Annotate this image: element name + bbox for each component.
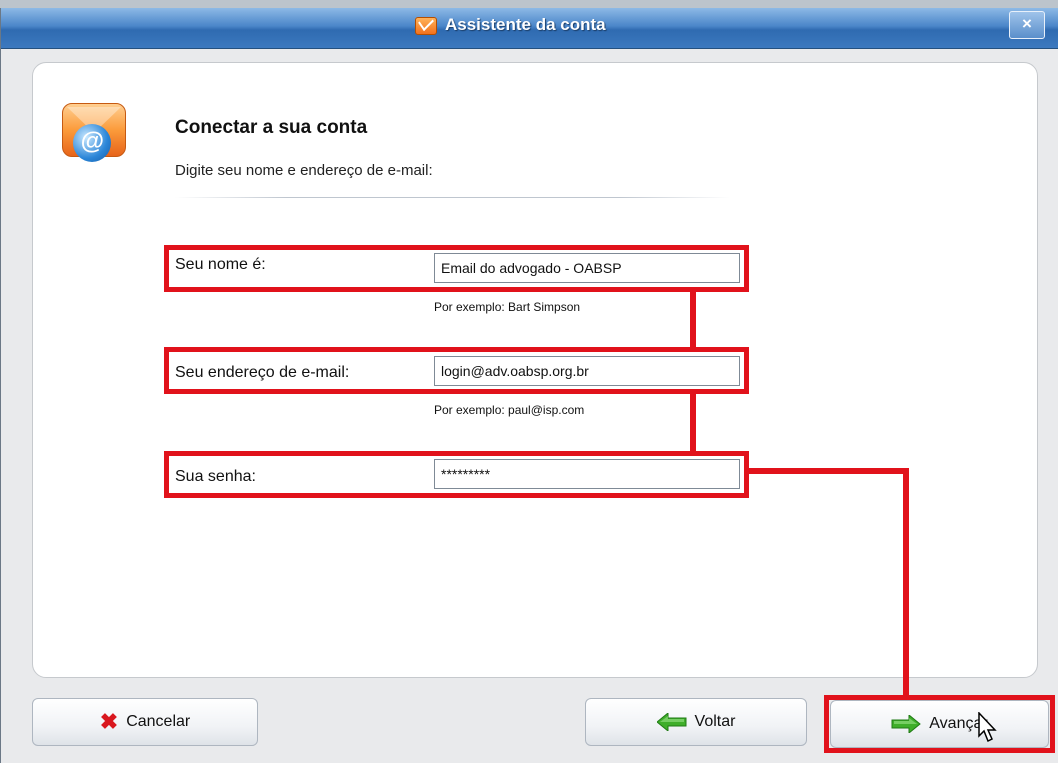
annotation-connector-3b <box>903 468 909 695</box>
title-bar[interactable]: Assistente da conta × <box>1 8 1058 49</box>
name-hint: Por exemplo: Bart Simpson <box>434 300 581 314</box>
mail-at-icon: @ <box>62 103 126 162</box>
back-button[interactable]: Voltar <box>585 698 807 746</box>
next-button[interactable]: Avançar <box>830 700 1049 748</box>
email-label: Seu endereço de e-mail: <box>175 364 350 381</box>
red-x-icon: ✖ <box>99 709 119 734</box>
window-title: Assistente da conta <box>445 15 606 34</box>
annotation-connector-2 <box>690 394 696 451</box>
page-title: Conectar a sua conta <box>175 117 368 138</box>
green-left-arrow-icon <box>656 713 687 731</box>
back-button-label: Voltar <box>694 713 736 730</box>
header-separator <box>175 197 730 198</box>
annotation-connector-3a <box>749 468 909 474</box>
name-input[interactable] <box>434 253 740 283</box>
password-input[interactable] <box>434 459 740 489</box>
envelope-icon <box>415 17 437 35</box>
cancel-button-label: Cancelar <box>126 713 191 730</box>
email-hint: Por exemplo: paul@isp.com <box>434 403 585 417</box>
at-sign-icon: @ <box>73 124 111 162</box>
email-input[interactable] <box>434 356 740 386</box>
close-button[interactable]: × <box>1009 11 1045 39</box>
password-label: Sua senha: <box>175 468 256 485</box>
cancel-button[interactable]: ✖ Cancelar <box>32 698 258 746</box>
annotation-connector-1 <box>690 292 696 347</box>
name-label: Seu nome é: <box>175 256 266 273</box>
page-subtitle: Digite seu nome e endereço de e-mail: <box>175 162 433 179</box>
green-right-arrow-icon <box>891 715 922 733</box>
mouse-pointer-icon <box>977 711 999 744</box>
